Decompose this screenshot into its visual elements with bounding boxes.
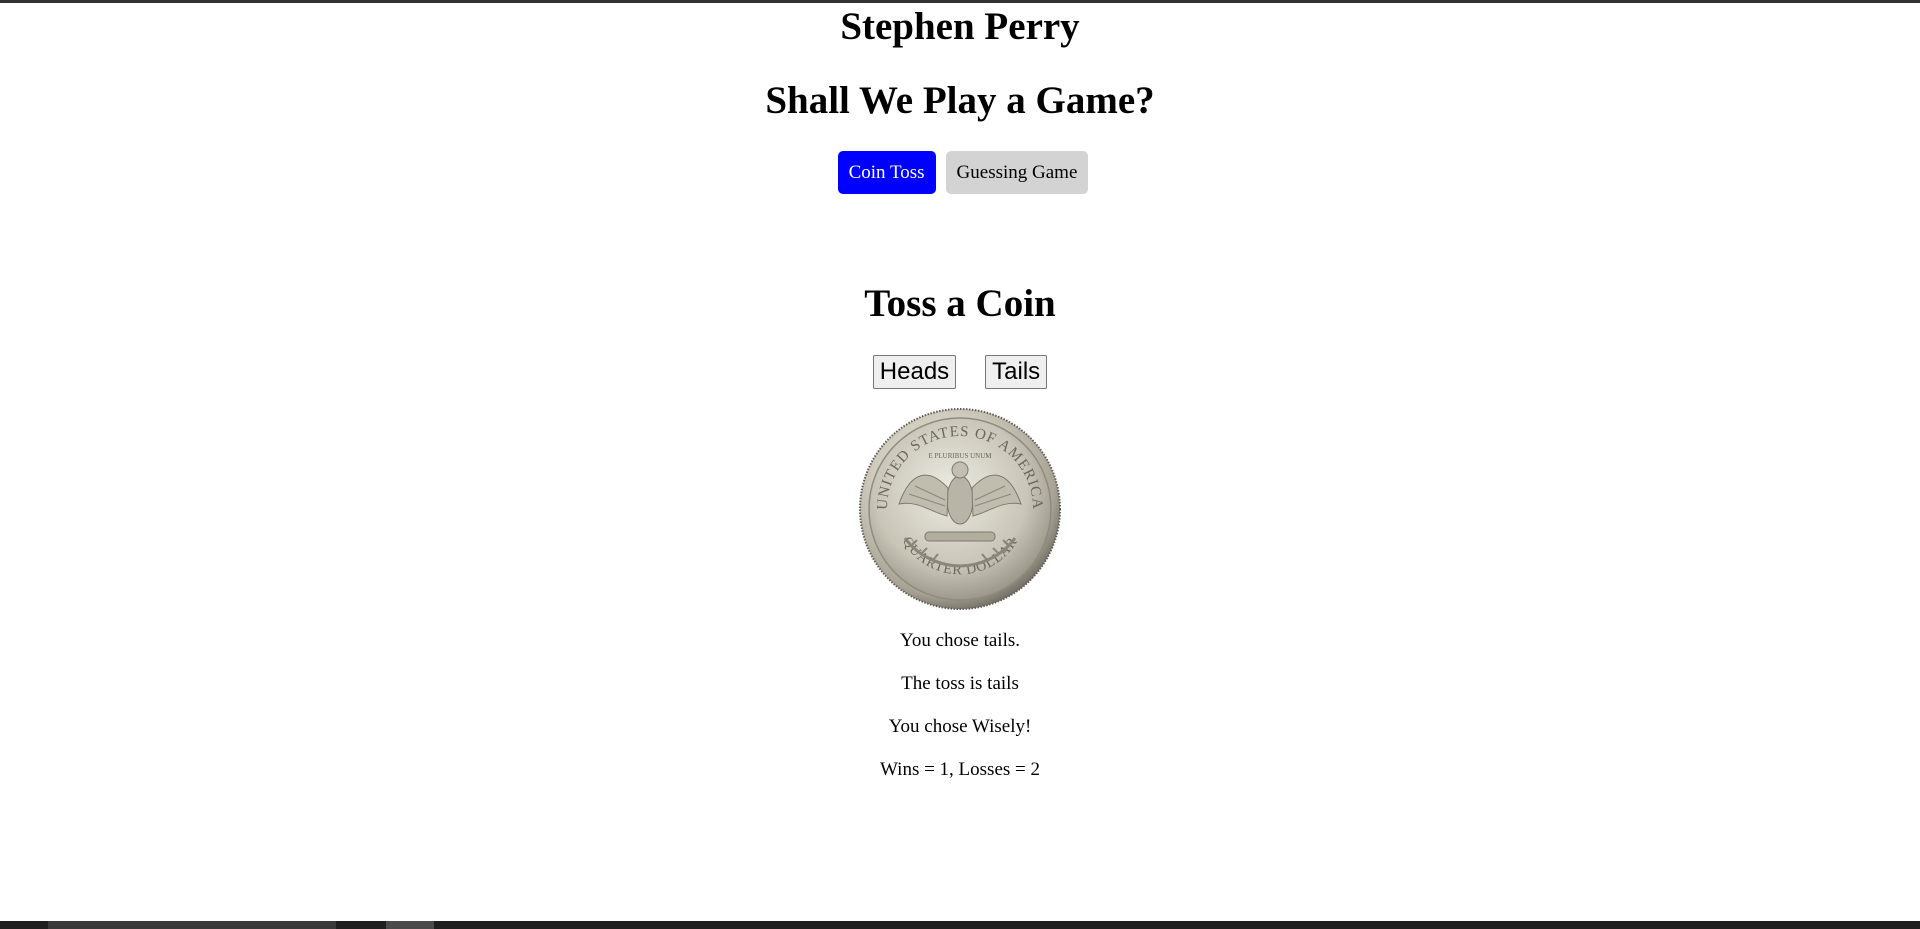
page-subtitle: Shall We Play a Game?: [765, 79, 1155, 122]
tails-button[interactable]: Tails: [985, 355, 1048, 389]
heads-button[interactable]: Heads: [872, 355, 957, 389]
score-text: Wins = 1, Losses = 2: [880, 759, 1040, 780]
site-title: Stephen Perry: [840, 5, 1080, 48]
toss-result-text: The toss is tails: [901, 673, 1019, 694]
taskbar-item[interactable]: [48, 921, 336, 929]
window-top-border: [0, 0, 1920, 3]
quarter-dollar-tails-icon: UNITED STATES OF AMERICA QUARTER DOLLAR …: [859, 408, 1061, 610]
choice-result-text: You chose tails.: [900, 630, 1020, 651]
choice-buttons: Heads Tails: [0, 355, 1920, 389]
guessing-game-tab-button[interactable]: Guessing Game: [945, 151, 1089, 194]
taskbar-item[interactable]: [386, 921, 434, 929]
coin-toss-tab-button[interactable]: Coin Toss: [837, 151, 936, 194]
coin-motto: E PLURIBUS UNUM: [928, 452, 992, 460]
taskbar: [0, 921, 1920, 929]
verdict-text: You chose Wisely!: [888, 716, 1032, 737]
game-title: Toss a Coin: [864, 282, 1056, 325]
game-nav: Coin Toss Guessing Game: [0, 151, 1920, 194]
